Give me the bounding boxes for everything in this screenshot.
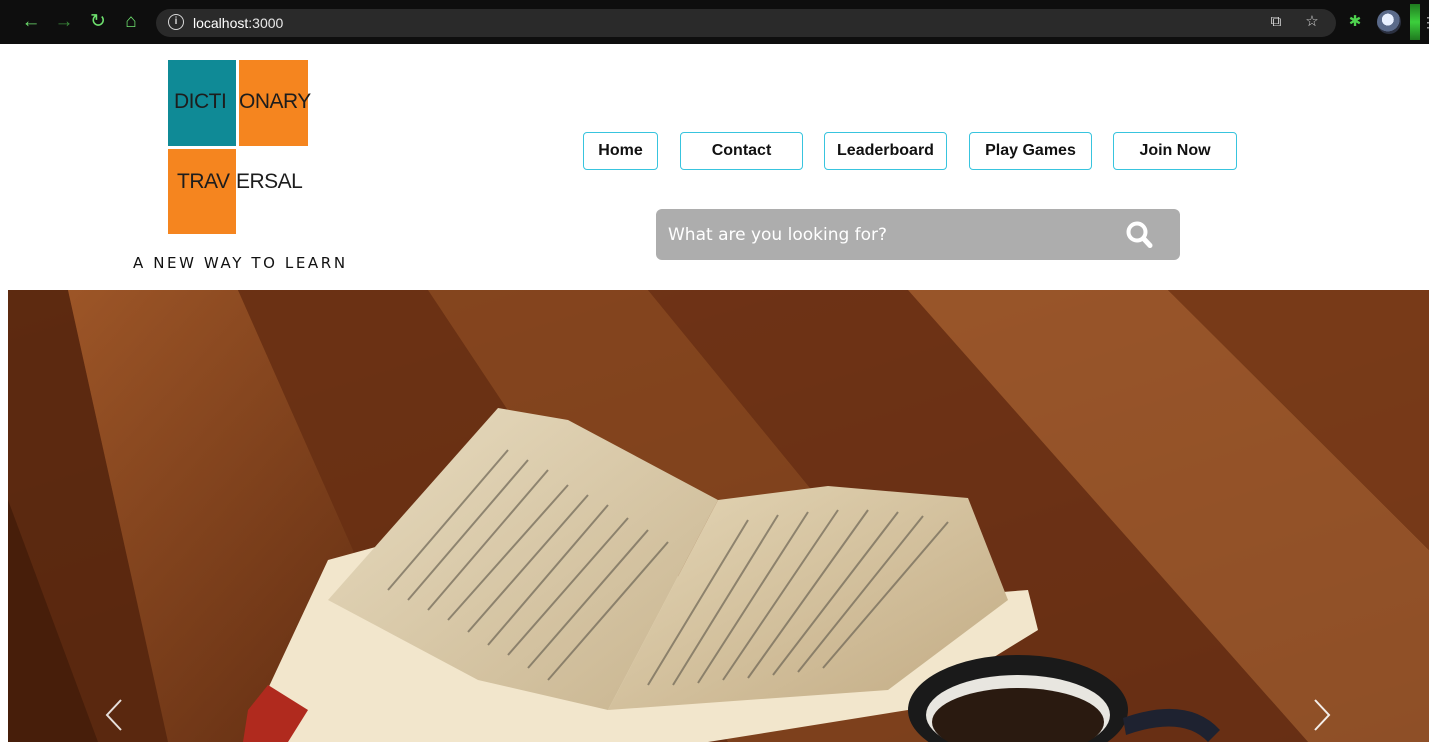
menu-dots-icon[interactable]: ⋮: [1421, 12, 1429, 32]
extension-puzzle-icon[interactable]: ✱: [1343, 10, 1367, 34]
extension-indicator: [1410, 4, 1420, 40]
search-input[interactable]: [668, 209, 1108, 260]
share-icon[interactable]: ⧉: [1264, 10, 1288, 34]
url-host: localhost: [193, 15, 249, 31]
logo-word-2b: ERSAL: [236, 170, 303, 193]
address-bar[interactable]: i localhost:3000: [156, 9, 1336, 37]
search-bar: [656, 209, 1180, 260]
nav-contact-button[interactable]: Contact: [680, 132, 803, 170]
chevron-right-icon[interactable]: [1306, 698, 1336, 732]
profile-avatar[interactable]: [1377, 10, 1401, 34]
url-port: :3000: [248, 15, 284, 31]
logo-word-1b: ONARY: [239, 90, 311, 113]
back-arrow-icon[interactable]: ←: [20, 10, 42, 34]
search-icon[interactable]: [1123, 219, 1157, 251]
logo-word-2a: TRAV: [177, 170, 230, 193]
site-logo[interactable]: DICTI ONARY TRAV ERSAL: [168, 60, 311, 235]
reload-icon[interactable]: ↻: [87, 10, 109, 34]
nav-leaderboard-button[interactable]: Leaderboard: [824, 132, 947, 170]
chevron-left-icon[interactable]: [100, 698, 130, 732]
hero-carousel: [8, 290, 1429, 742]
hero-image: [8, 290, 1429, 742]
bookmark-star-icon[interactable]: ☆: [1300, 10, 1324, 34]
url-text: localhost:3000: [193, 15, 283, 31]
nav-join-now-button[interactable]: Join Now: [1113, 132, 1237, 170]
browser-toolbar: ← → ↻ ⌂ i localhost:3000 ⧉ ☆ ✱ ⋮: [0, 0, 1429, 44]
home-icon[interactable]: ⌂: [120, 10, 142, 34]
logo-word-1a: DICTI: [174, 90, 227, 113]
nav-home-button[interactable]: Home: [583, 132, 658, 170]
forward-arrow-icon[interactable]: →: [53, 10, 75, 34]
nav-play-games-button[interactable]: Play Games: [969, 132, 1092, 170]
info-icon[interactable]: i: [168, 14, 184, 30]
logo-tagline: A NEW WAY TO LEARN: [133, 254, 348, 272]
